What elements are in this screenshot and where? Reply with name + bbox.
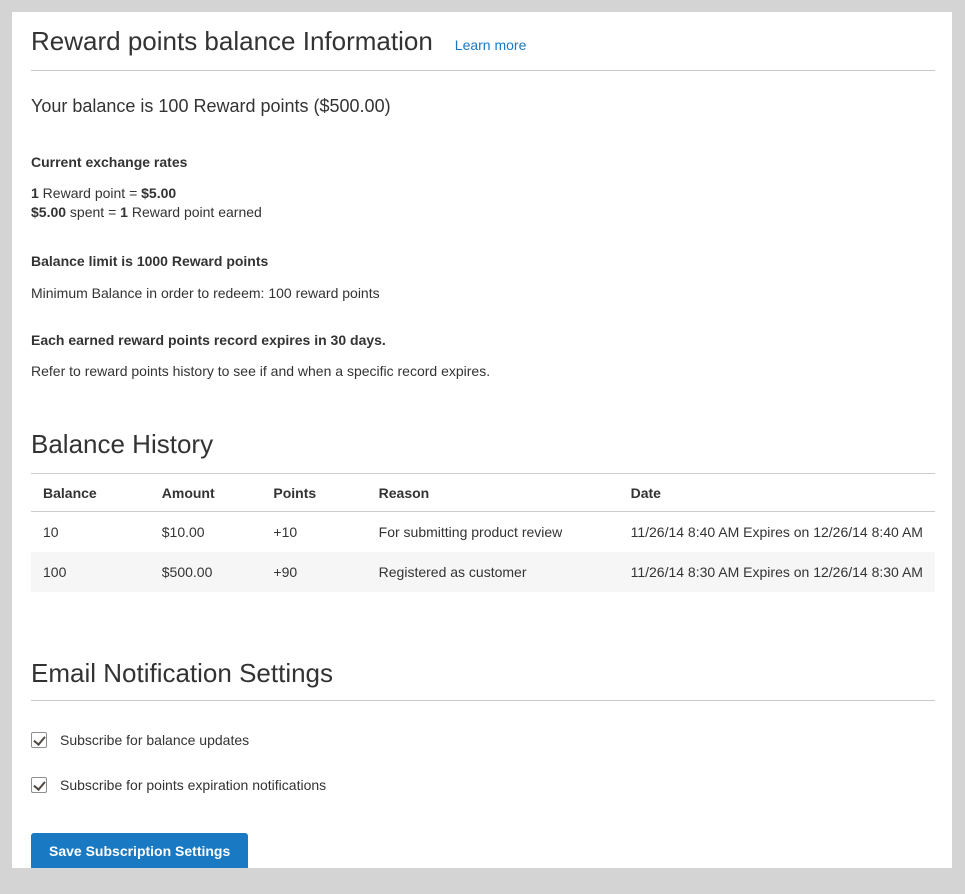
subscribe-expiration-label[interactable]: Subscribe for points expiration notifica… (60, 777, 326, 793)
rate-earn-text: Reward point = (39, 185, 141, 201)
learn-more-link[interactable]: Learn more (455, 37, 527, 53)
cell-amount: $10.00 (150, 512, 262, 553)
rate-spend-text: spent = (66, 204, 120, 220)
subscribe-balance-row: Subscribe for balance updates (31, 732, 935, 748)
page-header: Reward points balance Information Learn … (31, 26, 935, 71)
cell-reason: Registered as customer (367, 552, 619, 592)
exchange-rates-heading: Current exchange rates (31, 154, 935, 170)
column-header-balance: Balance (31, 474, 150, 512)
balance-history-heading: Balance History (31, 429, 935, 460)
cell-date: 11/26/14 8:30 AM Expires on 12/26/14 8:3… (619, 552, 935, 592)
balance-summary: Your balance is 100 Reward points ($500.… (31, 96, 935, 117)
column-header-reason: Reason (367, 474, 619, 512)
cell-amount: $500.00 (150, 552, 262, 592)
rate-earn-value: $5.00 (141, 185, 176, 201)
cell-balance: 10 (31, 512, 150, 553)
balance-limit-text: Balance limit is 1000 Reward points (31, 253, 935, 269)
table-head: Balance Amount Points Reason Date (31, 474, 935, 512)
cell-balance: 100 (31, 552, 150, 592)
subscribe-expiration-checkbox[interactable] (31, 777, 47, 793)
cell-points: +10 (261, 512, 366, 553)
minimum-balance-text: Minimum Balance in order to redeem: 100 … (31, 285, 935, 301)
column-header-points: Points (261, 474, 366, 512)
rate-earn-points: 1 (31, 185, 39, 201)
rate-spend-points: 1 (120, 204, 128, 220)
rate-spend-suffix: Reward point earned (128, 204, 262, 220)
cell-reason: For submitting product review (367, 512, 619, 553)
email-settings-heading: Email Notification Settings (31, 658, 935, 701)
exchange-rates: 1 Reward point = $5.00 $5.00 spent = 1 R… (31, 184, 935, 222)
subscribe-balance-label[interactable]: Subscribe for balance updates (60, 732, 249, 748)
expiry-note-text: Refer to reward points history to see if… (31, 363, 935, 379)
exchange-rate-spend: $5.00 spent = 1 Reward point earned (31, 203, 935, 222)
cell-points: +90 (261, 552, 366, 592)
expiry-rule-text: Each earned reward points record expires… (31, 332, 935, 348)
save-subscription-settings-button[interactable]: Save Subscription Settings (31, 833, 248, 868)
subscribe-balance-checkbox[interactable] (31, 732, 47, 748)
balance-history-table: Balance Amount Points Reason Date 10 $10… (31, 473, 935, 592)
table-header-row: Balance Amount Points Reason Date (31, 474, 935, 512)
reward-points-card: Reward points balance Information Learn … (12, 12, 952, 868)
rate-spend-value: $5.00 (31, 204, 66, 220)
subscribe-expiration-row: Subscribe for points expiration notifica… (31, 777, 935, 793)
column-header-amount: Amount (150, 474, 262, 512)
table-row: 100 $500.00 +90 Registered as customer 1… (31, 552, 935, 592)
page-title: Reward points balance Information (31, 26, 433, 57)
cell-date: 11/26/14 8:40 AM Expires on 12/26/14 8:4… (619, 512, 935, 553)
column-header-date: Date (619, 474, 935, 512)
exchange-rate-earn: 1 Reward point = $5.00 (31, 184, 935, 203)
table-row: 10 $10.00 +10 For submitting product rev… (31, 512, 935, 553)
table-body: 10 $10.00 +10 For submitting product rev… (31, 512, 935, 593)
